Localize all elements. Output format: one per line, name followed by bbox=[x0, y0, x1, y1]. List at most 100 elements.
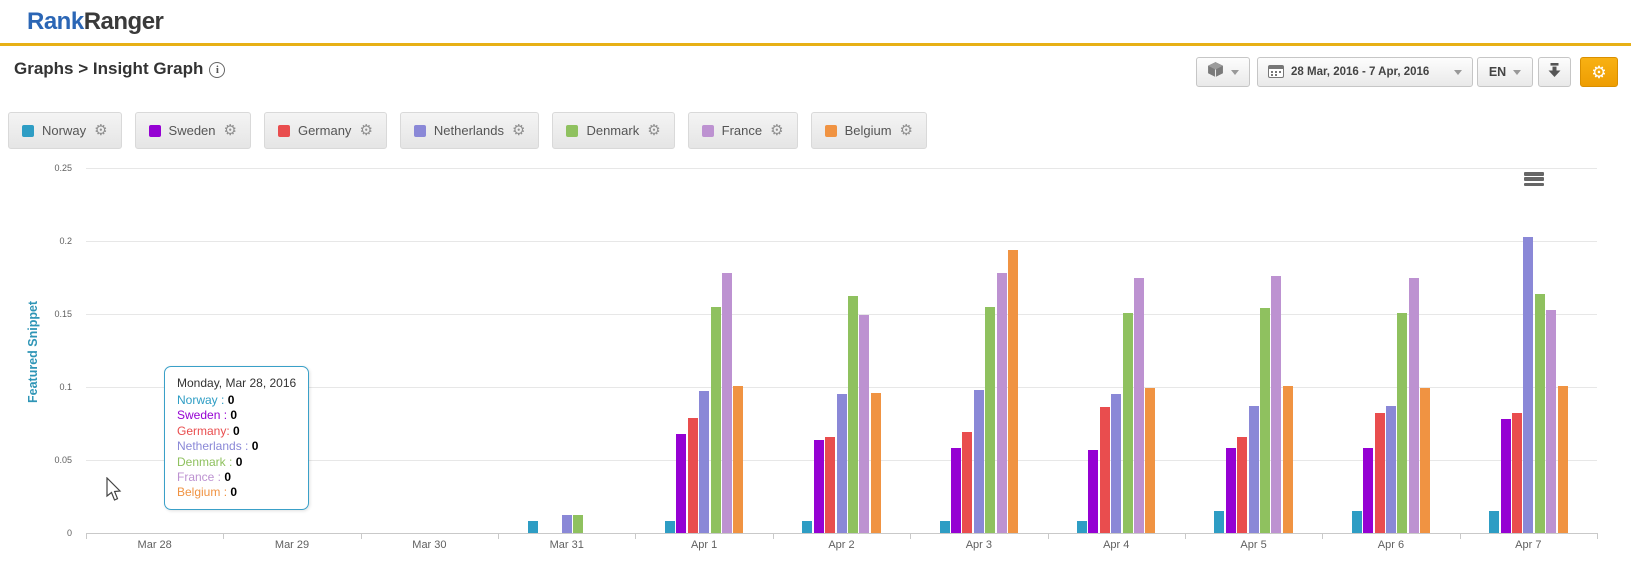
legend-chip-belgium[interactable]: Belgium⚙ bbox=[811, 112, 927, 149]
chart-context-menu-icon[interactable] bbox=[1524, 171, 1544, 187]
bar-sweden-apr3[interactable] bbox=[951, 448, 961, 533]
x-axis-tick bbox=[1322, 533, 1323, 539]
bar-france-apr1[interactable] bbox=[722, 273, 732, 533]
bar-germany-apr2[interactable] bbox=[825, 437, 835, 533]
bar-netherlands-apr5[interactable] bbox=[1249, 406, 1259, 533]
chevron-down-icon bbox=[1454, 70, 1462, 75]
series-color-swatch bbox=[149, 125, 161, 137]
gear-icon[interactable]: ⚙ bbox=[647, 123, 660, 138]
bar-denmark-apr3[interactable] bbox=[985, 307, 995, 533]
bar-netherlands-mar31[interactable] bbox=[562, 515, 572, 533]
bar-germany-apr1[interactable] bbox=[688, 418, 698, 533]
bar-belgium-apr5[interactable] bbox=[1283, 386, 1293, 533]
bar-germany-apr5[interactable] bbox=[1237, 437, 1247, 533]
bar-germany-apr4[interactable] bbox=[1100, 407, 1110, 533]
bar-france-apr4[interactable] bbox=[1134, 278, 1144, 534]
bar-belgium-apr7[interactable] bbox=[1558, 386, 1568, 533]
x-axis-tick bbox=[1048, 533, 1049, 539]
bar-netherlands-apr1[interactable] bbox=[699, 391, 709, 533]
bar-netherlands-apr6[interactable] bbox=[1386, 406, 1396, 533]
gear-icon[interactable]: ⚙ bbox=[900, 123, 913, 138]
bar-france-apr6[interactable] bbox=[1409, 278, 1419, 534]
gear-icon: ⚙ bbox=[1591, 64, 1606, 81]
bar-sweden-apr5[interactable] bbox=[1226, 448, 1236, 533]
bar-germany-apr7[interactable] bbox=[1512, 413, 1522, 533]
bar-norway-apr7[interactable] bbox=[1489, 511, 1499, 533]
bar-norway-apr2[interactable] bbox=[802, 521, 812, 533]
language-dropdown-button[interactable]: EN bbox=[1477, 57, 1533, 87]
bar-denmark-apr4[interactable] bbox=[1123, 313, 1133, 533]
bar-norway-apr3[interactable] bbox=[940, 521, 950, 533]
bar-belgium-apr2[interactable] bbox=[871, 393, 881, 533]
legend-chip-germany[interactable]: Germany⚙ bbox=[264, 112, 387, 149]
gear-icon[interactable]: ⚙ bbox=[224, 123, 237, 138]
bar-denmark-apr1[interactable] bbox=[711, 307, 721, 533]
bar-sweden-apr7[interactable] bbox=[1501, 419, 1511, 533]
bar-sweden-apr2[interactable] bbox=[814, 440, 824, 533]
package-cube-icon bbox=[1207, 61, 1224, 83]
bar-norway-mar31[interactable] bbox=[528, 521, 538, 533]
x-axis-line bbox=[86, 533, 1597, 534]
tooltip-row-france: France : 0 bbox=[177, 470, 296, 485]
bar-france-apr3[interactable] bbox=[997, 273, 1007, 533]
x-axis-tick bbox=[361, 533, 362, 539]
bar-germany-apr6[interactable] bbox=[1375, 413, 1385, 533]
legend-chip-norway[interactable]: Norway ⚙ bbox=[8, 112, 122, 149]
rankranger-logo[interactable]: RankRanger bbox=[27, 8, 163, 36]
bar-denmark-apr6[interactable] bbox=[1397, 313, 1407, 533]
gear-icon[interactable]: ⚙ bbox=[94, 123, 107, 138]
download-button[interactable] bbox=[1538, 57, 1571, 87]
bar-denmark-apr7[interactable] bbox=[1535, 294, 1545, 533]
x-axis-tick bbox=[1460, 533, 1461, 539]
legend-chip-sweden[interactable]: Sweden ⚙ bbox=[135, 112, 251, 149]
settings-button[interactable]: ⚙ bbox=[1580, 57, 1618, 87]
chart-tooltip: Monday, Mar 28, 2016 Norway : 0Sweden : … bbox=[164, 366, 309, 510]
bar-denmark-apr5[interactable] bbox=[1260, 308, 1270, 533]
mouse-cursor bbox=[106, 477, 123, 502]
bar-sweden-apr4[interactable] bbox=[1088, 450, 1098, 533]
gear-icon[interactable]: ⚙ bbox=[359, 123, 372, 138]
bar-germany-apr3[interactable] bbox=[962, 432, 972, 533]
bar-netherlands-apr7[interactable] bbox=[1523, 237, 1533, 533]
gear-icon[interactable]: ⚙ bbox=[512, 123, 525, 138]
bar-norway-apr1[interactable] bbox=[665, 521, 675, 533]
logo-ranger-text: Ranger bbox=[84, 8, 164, 35]
bar-netherlands-apr2[interactable] bbox=[837, 394, 847, 533]
series-color-swatch bbox=[22, 125, 34, 137]
bar-denmark-mar31[interactable] bbox=[573, 515, 583, 533]
bar-belgium-apr3[interactable] bbox=[1008, 250, 1018, 533]
bar-france-apr2[interactable] bbox=[859, 315, 869, 533]
legend-label: Norway bbox=[42, 123, 86, 138]
bar-netherlands-apr3[interactable] bbox=[974, 390, 984, 533]
bar-denmark-apr2[interactable] bbox=[848, 296, 858, 533]
bar-belgium-apr4[interactable] bbox=[1145, 388, 1155, 533]
x-axis-tick bbox=[773, 533, 774, 539]
bar-norway-apr5[interactable] bbox=[1214, 511, 1224, 533]
legend-chip-denmark[interactable]: Denmark⚙ bbox=[552, 112, 674, 149]
legend-chip-netherlands[interactable]: Netherlands⚙ bbox=[400, 112, 540, 149]
tooltip-date: Monday, Mar 28, 2016 bbox=[177, 376, 296, 390]
bar-sweden-apr1[interactable] bbox=[676, 434, 686, 533]
date-range-button[interactable]: 28 Mar, 2016 - 7 Apr, 2016 bbox=[1257, 57, 1473, 87]
x-axis-tick bbox=[223, 533, 224, 539]
bar-france-apr5[interactable] bbox=[1271, 276, 1281, 533]
y-tick-label: 0 bbox=[32, 528, 72, 538]
x-axis-tick bbox=[498, 533, 499, 539]
series-color-swatch bbox=[278, 125, 290, 137]
gold-divider bbox=[0, 43, 1631, 46]
bar-sweden-apr6[interactable] bbox=[1363, 448, 1373, 533]
bar-norway-apr4[interactable] bbox=[1077, 521, 1087, 533]
bar-norway-apr6[interactable] bbox=[1352, 511, 1362, 533]
gridline bbox=[86, 314, 1597, 315]
gridline bbox=[86, 168, 1597, 169]
package-dropdown-button[interactable] bbox=[1196, 57, 1250, 87]
series-color-swatch bbox=[566, 125, 578, 137]
legend-label: Sweden bbox=[169, 123, 216, 138]
bar-belgium-apr6[interactable] bbox=[1420, 388, 1430, 533]
bar-belgium-apr1[interactable] bbox=[733, 386, 743, 533]
bar-netherlands-apr4[interactable] bbox=[1111, 394, 1121, 533]
bar-france-apr7[interactable] bbox=[1546, 310, 1556, 533]
legend-chip-france[interactable]: France⚙ bbox=[688, 112, 798, 149]
info-icon[interactable]: i bbox=[209, 62, 225, 78]
gear-icon[interactable]: ⚙ bbox=[770, 123, 783, 138]
